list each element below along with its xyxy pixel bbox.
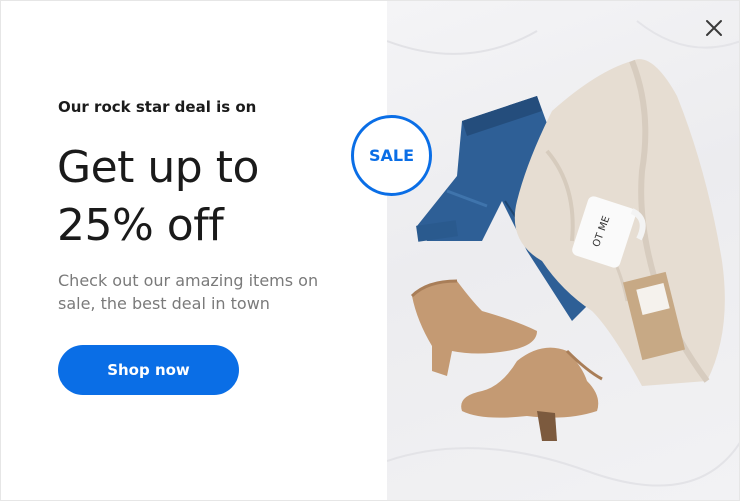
- shop-now-button[interactable]: Shop now: [58, 345, 239, 395]
- headline-line-1: Get up to: [57, 142, 259, 193]
- product-photo: OT ME: [387, 1, 739, 500]
- close-icon: [706, 20, 722, 36]
- popup-kicker: Our rock star deal is on: [58, 98, 257, 116]
- flatlay-illustration: OT ME: [387, 20, 739, 487]
- sale-badge: SALE: [351, 115, 432, 196]
- close-button[interactable]: [701, 15, 727, 41]
- popup-content-panel: Our rock star deal is on Get up to 25% o…: [1, 1, 387, 500]
- popup-subtext: Check out our amazing items on sale, the…: [58, 271, 319, 313]
- popup-headline: Get up to 25% off: [57, 139, 377, 255]
- headline-line-2: 25% off: [57, 200, 224, 251]
- sale-popup: Our rock star deal is on Get up to 25% o…: [0, 0, 740, 501]
